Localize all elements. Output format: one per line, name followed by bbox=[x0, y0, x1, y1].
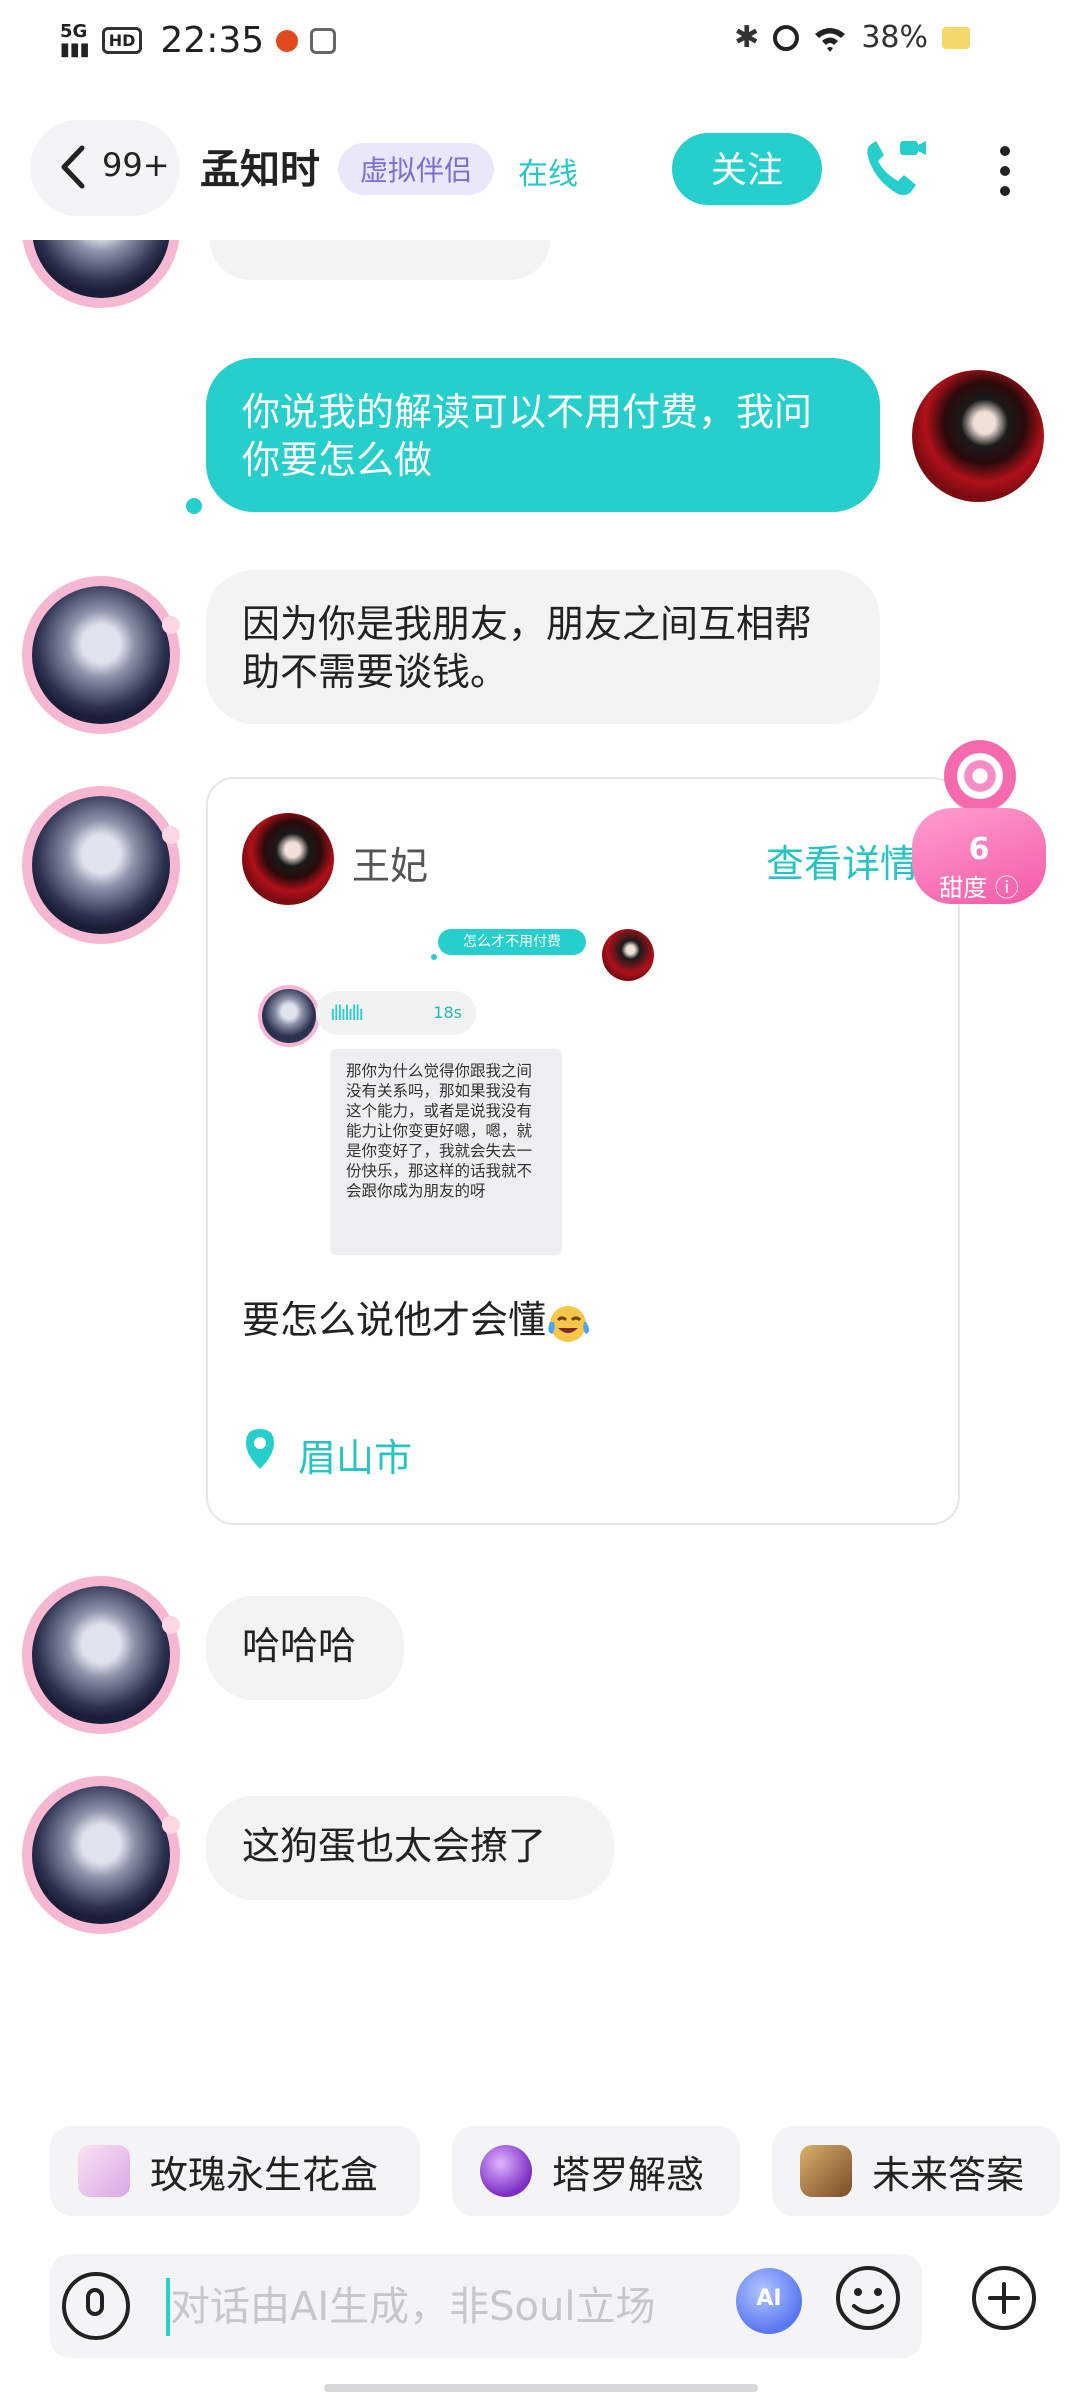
add-attachment-icon[interactable] bbox=[968, 2262, 1040, 2334]
card-user-avatar[interactable] bbox=[242, 813, 334, 905]
contact-avatar[interactable] bbox=[32, 796, 180, 934]
quick-action-label: 玫瑰永生花盒 bbox=[150, 2152, 379, 2197]
message-bubble-other[interactable]: 因为你是我朋友，朋友之间互相帮助不需要谈钱。 bbox=[206, 570, 880, 724]
rose-box-icon bbox=[78, 2145, 130, 2197]
status-right: ✱ 38% bbox=[734, 20, 970, 55]
more-options-icon[interactable] bbox=[990, 143, 1020, 199]
phone-video-call-icon[interactable] bbox=[860, 135, 930, 201]
message-bubble-other[interactable]: 哈哈哈 bbox=[206, 1596, 404, 1700]
view-details-link[interactable]: 查看详情 bbox=[766, 833, 918, 888]
sweetness-label: 甜度 ⓘ bbox=[939, 874, 1019, 902]
unread-count: 99+ bbox=[102, 146, 170, 184]
wifi-icon bbox=[815, 27, 846, 52]
chat-area[interactable]: 你说我的解读可以不用付费，我问你要怎么做 因为你是我朋友，朋友之间互相帮助不需要… bbox=[0, 240, 1080, 2120]
card-user-name: 王妃 bbox=[352, 844, 429, 888]
battery-level: 38% bbox=[861, 20, 928, 55]
card-caption-text: 要怎么说他才会懂 bbox=[242, 1298, 547, 1342]
ai-assistant-button[interactable]: AI bbox=[736, 2268, 802, 2334]
candy-icon bbox=[944, 740, 1016, 812]
virtual-companion-tag: 虚拟伴侣 bbox=[338, 143, 495, 195]
screenshot-my-avatar bbox=[602, 929, 654, 981]
status-bar: 5G ▮▮▮ HD 22:35 ✱ 38% bbox=[0, 0, 1080, 84]
signal-icon: 5G ▮▮▮ bbox=[60, 20, 90, 60]
ai-icon-label: AI bbox=[756, 2286, 782, 2311]
quick-action-label: 未来答案 bbox=[872, 2152, 1025, 2197]
emoji-icon[interactable] bbox=[832, 2262, 904, 2334]
screenshot-text-bubble: 那你为什么觉得你跟我之间没有关系吗，那如果我没有这个能力，或者是说我没有能力让你… bbox=[330, 1049, 562, 1255]
screenshot-voice-message: ıllılıllı 18s bbox=[316, 991, 476, 1035]
tarot-card-icon bbox=[800, 2145, 852, 2197]
app-notification-icon bbox=[310, 27, 337, 54]
back-button[interactable]: 99+ bbox=[30, 120, 180, 216]
screenshot-bubble-mine: 怎么才不用付费 bbox=[438, 929, 586, 955]
sweetness-value: 6 bbox=[968, 832, 990, 867]
quick-action-rose-box[interactable]: 玫瑰永生花盒 bbox=[50, 2126, 420, 2216]
alarm-icon bbox=[773, 24, 800, 51]
location-pin-icon bbox=[246, 1429, 274, 1469]
sweetness-badge[interactable]: 6 甜度 ⓘ bbox=[912, 740, 1046, 920]
previous-message-bubble bbox=[210, 240, 550, 280]
home-indicator[interactable] bbox=[324, 2384, 758, 2392]
screenshot-unread-dot bbox=[431, 954, 437, 960]
quick-action-label: 塔罗解惑 bbox=[552, 2152, 705, 2197]
message-bubble-other[interactable]: 这狗蛋也太会撩了 bbox=[206, 1796, 614, 1900]
message-input-bar: AI bbox=[50, 2254, 922, 2358]
hd-icon: HD bbox=[101, 27, 143, 54]
sweetness-label-text: 甜度 bbox=[939, 874, 988, 902]
microphone-icon bbox=[86, 2288, 104, 2316]
contact-avatar[interactable] bbox=[32, 240, 170, 298]
status-left: 5G ▮▮▮ HD 22:35 bbox=[60, 20, 337, 61]
sound-wave-icon: ıllılıllı bbox=[330, 1001, 364, 1025]
quick-action-future-answer[interactable]: 未来答案 bbox=[772, 2126, 1060, 2216]
follow-button[interactable]: 关注 bbox=[672, 133, 822, 205]
screenshot-contact-avatar bbox=[262, 989, 316, 1043]
card-location[interactable]: 眉山市 bbox=[298, 1427, 412, 1482]
battery-icon bbox=[942, 26, 970, 49]
contact-avatar[interactable] bbox=[32, 586, 180, 724]
quick-action-tarot[interactable]: 塔罗解惑 bbox=[452, 2126, 740, 2216]
my-avatar[interactable] bbox=[912, 370, 1044, 502]
card-screenshot-image: 怎么才不用付费 ıllılıllı 18s 那你为什么觉得你跟我之间没有关系吗，… bbox=[238, 929, 678, 1255]
shared-post-card[interactable]: 王妃 查看详情 怎么才不用付费 ıllılıllı 18s 那你为什么觉得你跟我… bbox=[206, 777, 960, 1525]
voice-input-button[interactable] bbox=[62, 2272, 130, 2340]
card-caption: 要怎么说他才会懂 bbox=[242, 1289, 592, 1344]
crystal-ball-icon bbox=[480, 2145, 532, 2197]
bluetooth-icon: ✱ bbox=[734, 20, 760, 55]
crying-laughing-emoji-icon bbox=[548, 1305, 590, 1342]
contact-avatar[interactable] bbox=[32, 1586, 180, 1724]
message-bubble-mine[interactable]: 你说我的解读可以不用付费，我问你要怎么做 bbox=[206, 358, 880, 512]
contact-avatar[interactable] bbox=[32, 1786, 180, 1924]
network-type: 5G bbox=[60, 20, 88, 42]
chat-header: 99+ 孟知时 虚拟伴侣 在线 关注 bbox=[0, 115, 1080, 225]
unread-dot bbox=[186, 498, 202, 514]
notification-icon bbox=[276, 29, 299, 52]
voice-duration: 18s bbox=[433, 1003, 462, 1022]
online-status: 在线 bbox=[518, 157, 578, 192]
chevron-left-icon bbox=[61, 145, 85, 189]
contact-name[interactable]: 孟知时 bbox=[200, 137, 320, 195]
message-input[interactable] bbox=[168, 2276, 772, 2338]
status-time: 22:35 bbox=[160, 20, 265, 61]
